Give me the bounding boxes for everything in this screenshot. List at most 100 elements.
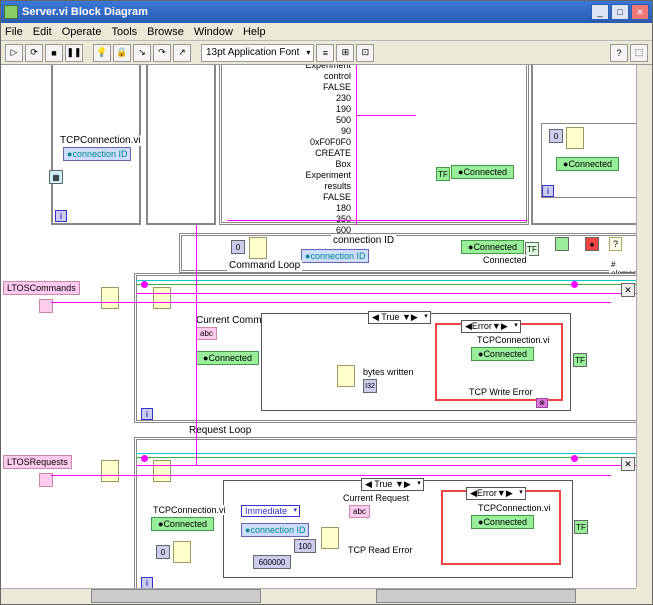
num-const-0-mid: 0 xyxy=(231,240,245,254)
wire-queue-req xyxy=(51,475,611,476)
tunnel-req-2 xyxy=(571,455,578,462)
ltos-requests-label: LTOSRequests xyxy=(3,455,72,469)
queue-node-cmd-in[interactable] xyxy=(153,287,171,309)
subvi-node-1[interactable]: ▦ xyxy=(49,170,63,184)
loop-iteration-i-cmd: i xyxy=(141,408,153,420)
bool-tf-mid: TF xyxy=(525,242,539,256)
scrollbar-thumb-h1[interactable] xyxy=(91,589,261,603)
bool-led-mid1 xyxy=(555,237,569,251)
stop-node-mid[interactable]: ● xyxy=(585,237,599,251)
wire-grn-req xyxy=(136,457,636,458)
loop-iteration-i-tr: i xyxy=(542,185,554,197)
menu-help[interactable]: Help xyxy=(243,26,266,38)
menu-operate[interactable]: Operate xyxy=(62,26,102,38)
scrollbar-horizontal[interactable] xyxy=(1,588,636,604)
queue-node-req-out[interactable] xyxy=(101,460,119,482)
vi-icon[interactable]: ⬚ xyxy=(630,44,648,62)
menu-window[interactable]: Window xyxy=(194,26,233,38)
connected-err-cmd[interactable]: ●Connected xyxy=(471,347,534,361)
wire-pink-top xyxy=(356,115,416,116)
scrollbar-thumb-h2[interactable] xyxy=(376,589,576,603)
font-select[interactable]: 13pt Application Font xyxy=(201,44,314,62)
wire-queue-cmd xyxy=(51,302,611,303)
connected-indicator-mid[interactable]: ●Connected xyxy=(461,240,524,254)
help-node[interactable]: ? xyxy=(609,237,622,251)
error-cluster-cmd[interactable]: ⊗ xyxy=(536,398,548,408)
bytes-written-label: bytes written xyxy=(361,367,416,377)
tunnel-cmd-1 xyxy=(571,281,578,288)
tcp-write-node[interactable] xyxy=(337,365,355,387)
const-600000: 600000 xyxy=(253,555,291,569)
tcp-read-error-label: TCP Read Error xyxy=(346,545,414,555)
menu-tools[interactable]: Tools xyxy=(111,26,137,38)
block-diagram-canvas[interactable]: Experiment controlFALSE230 19050090 0xF0… xyxy=(1,65,636,588)
run-button[interactable]: ▷ xyxy=(5,44,23,62)
current-command-node[interactable]: abc xyxy=(196,327,217,340)
run-cont-button[interactable]: ⟳ xyxy=(25,44,43,62)
wire-cyan-cmd-top xyxy=(136,280,636,281)
tcp-read-node[interactable] xyxy=(321,527,339,549)
ltos-commands-label: LTOSCommands xyxy=(3,281,80,295)
const-100: 100 xyxy=(294,539,316,553)
step-out-button[interactable]: ↗ xyxy=(173,44,191,62)
bool-tf-req-out: TF xyxy=(574,520,588,534)
menu-edit[interactable]: Edit xyxy=(33,26,52,38)
tunnel-cmd-2 xyxy=(141,281,148,288)
connected-err-req[interactable]: ●Connected xyxy=(471,515,534,529)
close-button[interactable]: ✕ xyxy=(631,4,649,20)
loop-iteration-i-1: i xyxy=(55,210,67,222)
queue-node-cmd-out[interactable] xyxy=(101,287,119,309)
connected-cmd[interactable]: ●Connected xyxy=(196,351,259,365)
align-button[interactable]: ≡ xyxy=(316,44,334,62)
app-icon xyxy=(4,5,18,19)
connection-id-terminal-1[interactable]: ●connection ID xyxy=(63,147,131,161)
wire-pink-top-v xyxy=(356,65,357,225)
num-const-0-req: 0 xyxy=(156,545,170,559)
menubar: File Edit Operate Tools Browse Window He… xyxy=(1,23,652,41)
menu-file[interactable]: File xyxy=(5,26,23,38)
wire-grn-cmd xyxy=(136,284,636,285)
wire-pink-req2 xyxy=(136,465,636,466)
tcp-write-error-label: TCP Write Error xyxy=(467,387,535,397)
connected-indicator-tr[interactable]: ●Connected xyxy=(556,157,619,171)
current-request-node[interactable]: abc xyxy=(349,505,370,518)
subvi-icon-tr[interactable] xyxy=(566,127,584,149)
bytes-i32: I32 xyxy=(363,379,377,393)
connection-id-label-mid: connection ID xyxy=(331,235,396,246)
subvi-icon-mid[interactable] xyxy=(249,237,267,259)
case-selector-error-req[interactable]: ◀Error▼▶ xyxy=(466,487,526,500)
tcp-conn-label-req: TCPConnection.vi xyxy=(151,505,228,515)
connection-id-terminal-mid[interactable]: ●connection ID xyxy=(301,249,369,263)
pause-button[interactable]: ❚❚ xyxy=(65,44,83,62)
context-help-button[interactable]: ? xyxy=(610,44,628,62)
scrollbar-vertical[interactable] xyxy=(636,65,652,588)
immediate-selector[interactable]: Immediate xyxy=(241,505,300,517)
menu-browse[interactable]: Browse xyxy=(147,26,184,38)
case-selector-error-cmd[interactable]: ◀Error▼▶ xyxy=(461,320,521,333)
tcp-conn-label-cmd: TCPConnection.vi xyxy=(475,335,552,345)
connected-req[interactable]: ●Connected xyxy=(151,517,214,531)
subvi-icon-req[interactable] xyxy=(173,541,191,563)
distribute-button[interactable]: ⊞ xyxy=(336,44,354,62)
queue-node-req-in[interactable] xyxy=(153,460,171,482)
close-node-cmd[interactable]: ✕ xyxy=(621,283,635,297)
retain-button[interactable]: 🔒 xyxy=(113,44,131,62)
case-selector-true-req[interactable]: ◀ True ▼▶ xyxy=(361,478,424,491)
reorder-button[interactable]: ⊡ xyxy=(356,44,374,62)
connected-indicator-top[interactable]: ●Connected xyxy=(451,165,514,179)
highlight-button[interactable]: 💡 xyxy=(93,44,111,62)
minimize-button[interactable]: _ xyxy=(591,4,609,20)
toolbar: ▷ ⟳ ■ ❚❚ 💡 🔒 ↘ ↷ ↗ 13pt Application Font… xyxy=(1,41,652,65)
case-selector-true-cmd[interactable]: ◀ True ▼▶ xyxy=(368,311,431,324)
step-over-button[interactable]: ↷ xyxy=(153,44,171,62)
wire-cyan-req xyxy=(136,453,636,454)
wire-cyan-main-v xyxy=(196,225,197,465)
connection-id-req[interactable]: ●connection ID xyxy=(241,523,309,537)
maximize-button[interactable]: □ xyxy=(611,4,629,20)
close-node-req[interactable]: ✕ xyxy=(621,457,635,471)
stop-button[interactable]: ■ xyxy=(45,44,63,62)
connected-label-mid2: Connected xyxy=(481,255,529,265)
tcp-conn-label-err-req: TCPConnection.vi xyxy=(476,503,553,513)
step-into-button[interactable]: ↘ xyxy=(133,44,151,62)
titlebar: Server.vi Block Diagram _ □ ✕ xyxy=(1,1,652,23)
